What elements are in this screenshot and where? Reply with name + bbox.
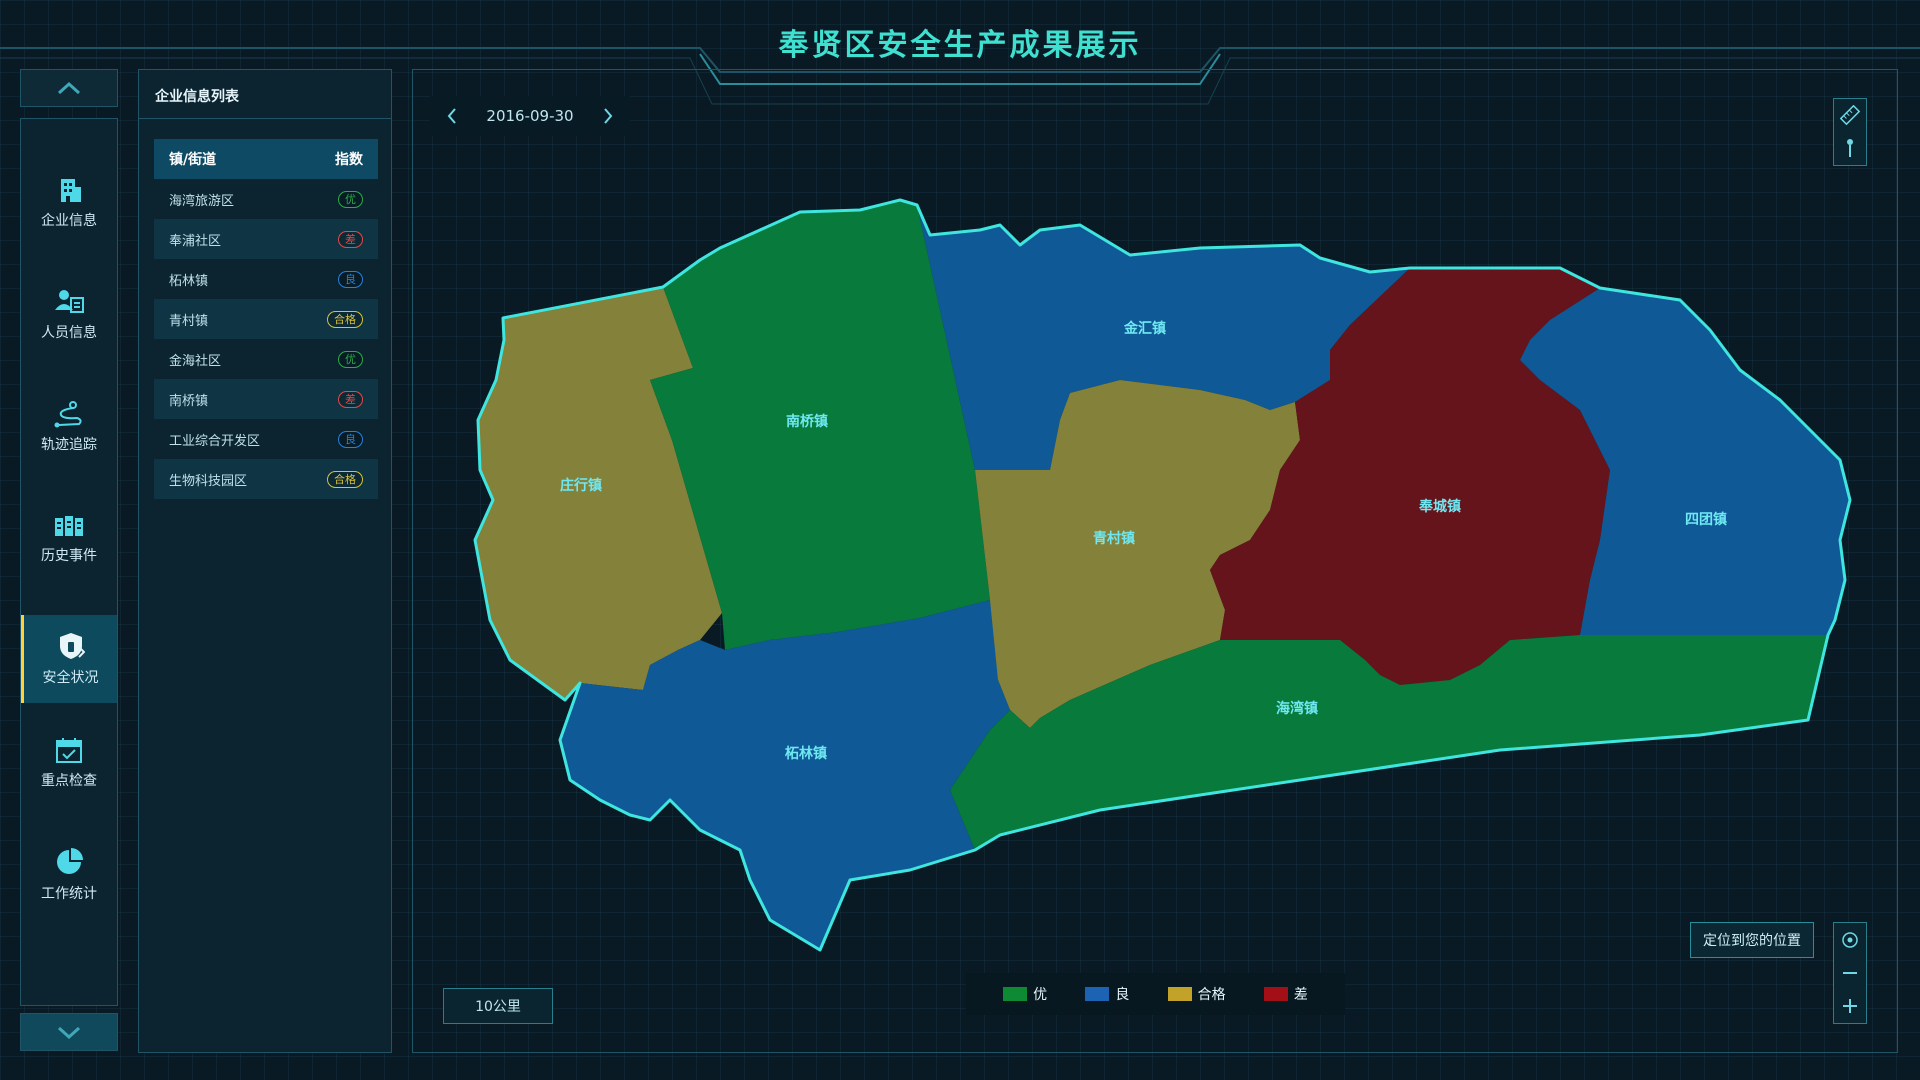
ruler-icon[interactable] — [1840, 105, 1860, 125]
region-label-fengcheng: 奉城镇 — [1419, 498, 1461, 515]
region-label-qingcun: 青村镇 — [1093, 530, 1135, 547]
date-selector: 2016-09-30 — [430, 96, 630, 136]
legend-swatch — [1085, 987, 1110, 1001]
region-label-situan: 四团镇 — [1685, 511, 1727, 528]
legend-swatch — [1263, 987, 1288, 1001]
district-map: 庄行镇 南桥镇 金汇镇 青村镇 奉城镇 四团镇 柘林镇 海湾镇 — [473, 198, 1852, 952]
legend-item: 优 — [1003, 984, 1047, 1004]
region-label-haiwan: 海湾镇 — [1276, 700, 1318, 717]
map-legend: 优 良 合格 差 — [966, 973, 1345, 1015]
legend-label: 优 — [1033, 987, 1048, 1003]
pin-icon[interactable] — [1840, 137, 1860, 159]
map-tools — [1833, 98, 1867, 166]
zoom-in-icon[interactable] — [1840, 996, 1860, 1016]
region-label-jinhui: 金汇镇 — [1123, 320, 1166, 337]
scale-bar: 10公里 — [443, 988, 553, 1024]
region-label-zhuangxing: 庄行镇 — [560, 477, 602, 494]
legend-swatch — [1167, 987, 1192, 1001]
legend-item: 差 — [1263, 984, 1308, 1004]
region-label-nanqiao: 南桥镇 — [786, 413, 828, 430]
legend-label: 合格 — [1197, 987, 1226, 1003]
locate-me-button[interactable]: 定位到您的位置 — [1690, 922, 1814, 958]
chevron-left-icon[interactable] — [446, 107, 458, 125]
region-label-zhelin: 柘林镇 — [784, 745, 827, 762]
zoom-controls — [1833, 922, 1867, 1024]
locate-icon[interactable] — [1840, 930, 1860, 950]
legend-swatch — [1003, 987, 1028, 1001]
chevron-right-icon[interactable] — [602, 107, 614, 125]
legend-item: 合格 — [1167, 984, 1226, 1004]
legend-label: 差 — [1293, 987, 1308, 1003]
legend-item: 良 — [1085, 984, 1129, 1004]
date-display: 2016-09-30 — [486, 107, 574, 125]
legend-label: 良 — [1115, 987, 1130, 1003]
zoom-out-icon[interactable] — [1840, 963, 1860, 983]
